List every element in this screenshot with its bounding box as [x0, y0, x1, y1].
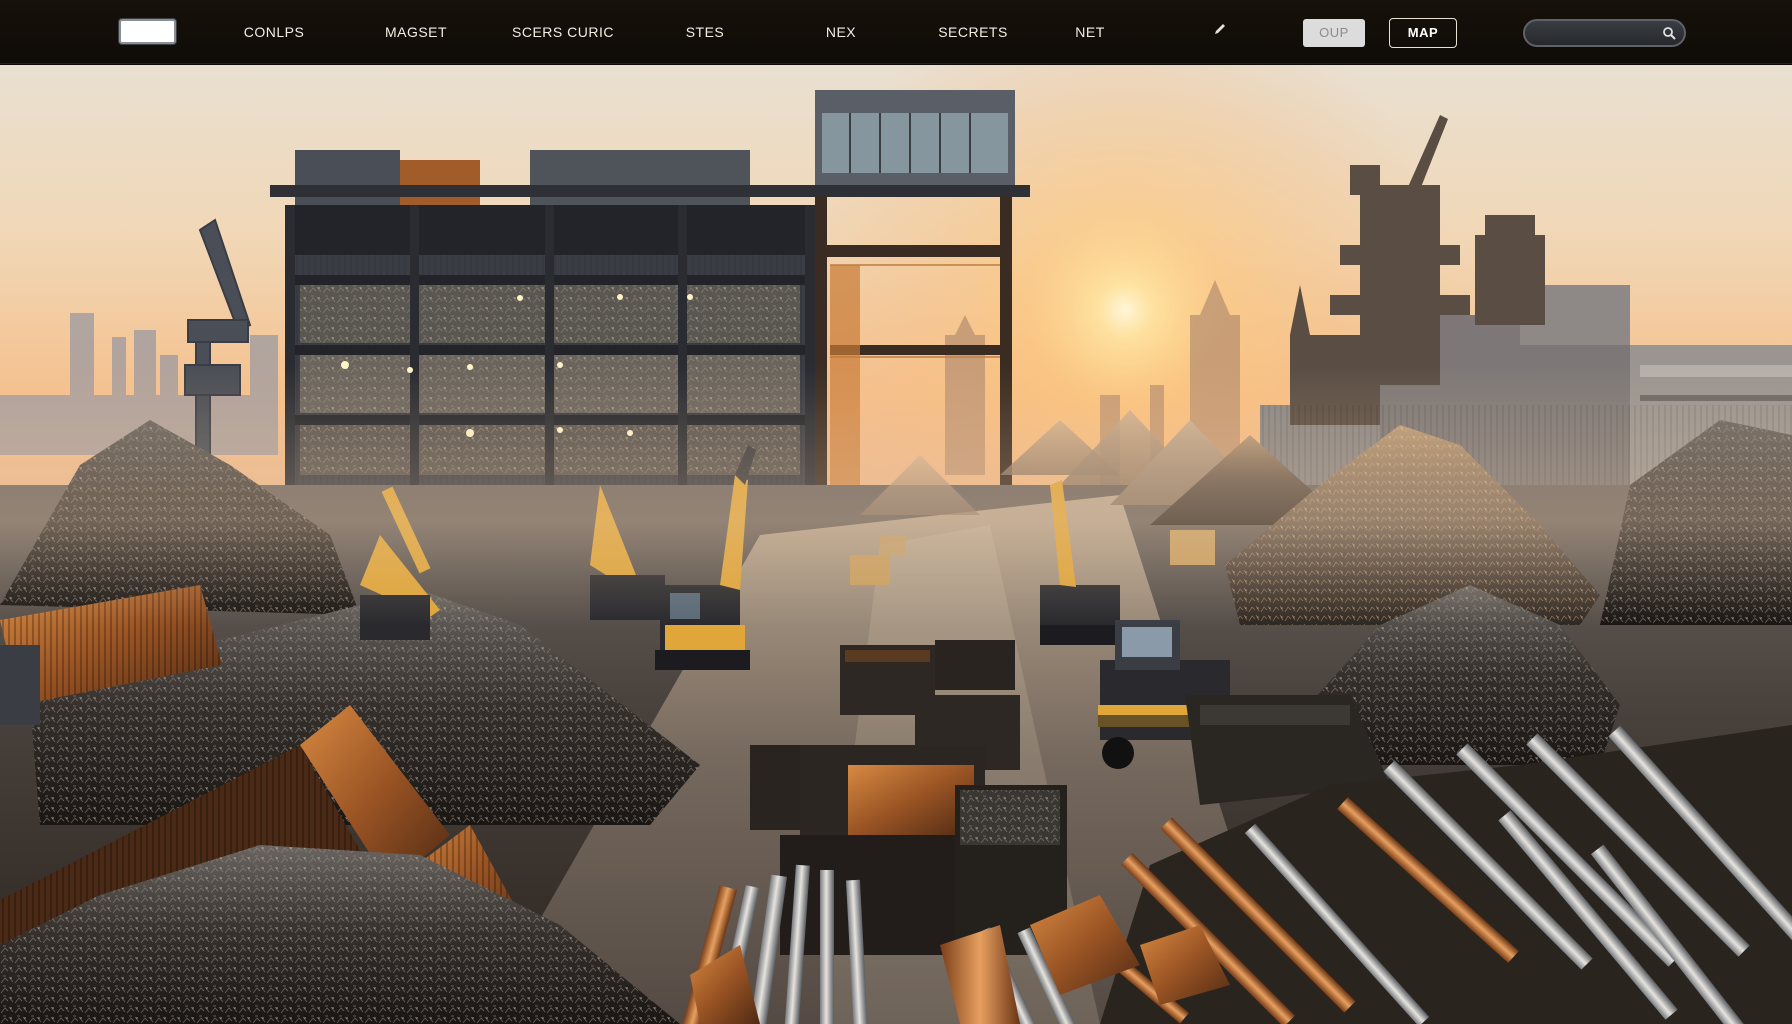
logo-placeholder[interactable] — [119, 19, 176, 44]
scrapyard-illustration — [0, 65, 1792, 1024]
nav-link-secrets[interactable]: SECRETS — [930, 22, 1016, 42]
nav-link-conlps[interactable]: CONLPS — [238, 22, 310, 42]
hero-image — [0, 65, 1792, 1024]
search-icon[interactable] — [1662, 26, 1676, 40]
pencil-icon[interactable] — [1210, 22, 1230, 42]
nav-link-stes[interactable]: STES — [679, 22, 731, 42]
search-box — [1523, 19, 1686, 47]
nav-link-scers-curic[interactable]: SCERS CURIC — [505, 22, 621, 42]
map-button[interactable]: MAP — [1389, 18, 1457, 48]
oup-button[interactable]: OUP — [1303, 19, 1365, 47]
search-input[interactable] — [1535, 23, 1655, 43]
nav-link-magset[interactable]: MAGSET — [380, 22, 452, 42]
nav-link-nex[interactable]: NEX — [818, 22, 864, 42]
top-navigation-bar: CONLPS MAGSET SCERS CURIC STES NEX SECRE… — [0, 0, 1792, 64]
nav-link-net[interactable]: NET — [1070, 22, 1110, 42]
